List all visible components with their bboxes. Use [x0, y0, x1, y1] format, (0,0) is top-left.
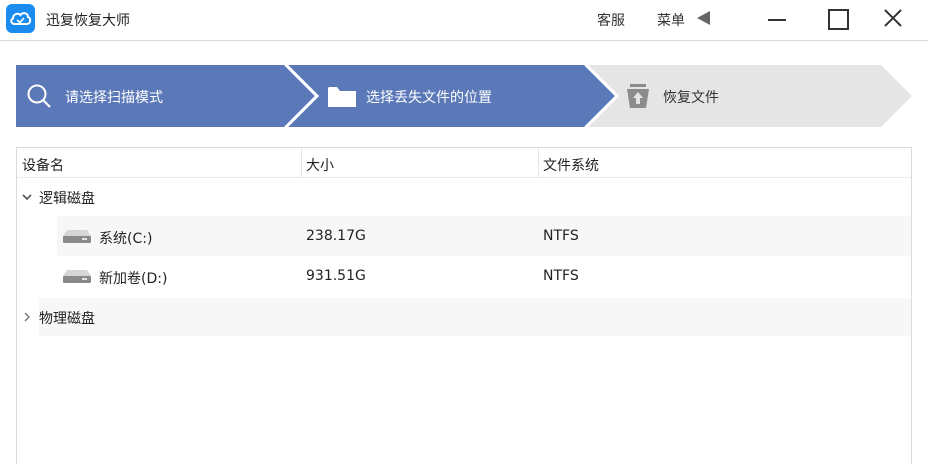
drive-size: 238.17G [306, 228, 366, 244]
hard-drive-icon [63, 230, 91, 243]
drive-name: 系统(C:) [99, 231, 153, 247]
drive-filesystem: NTFS [543, 228, 579, 244]
chevron-down-icon[interactable] [22, 192, 32, 202]
title-bar: 迅复恢复大师 客服 菜单 [0, 0, 928, 41]
app-logo-icon [6, 4, 35, 33]
wizard-steps: 请选择扫描模式 选择丢失文件的位置 恢复文件 [16, 65, 912, 127]
close-button[interactable] [878, 5, 908, 33]
group-label: 物理磁盘 [39, 311, 95, 327]
column-header-size[interactable]: 大小 [306, 155, 334, 175]
column-divider[interactable] [301, 148, 302, 178]
drive-filesystem: NTFS [543, 268, 579, 284]
group-logical-disks[interactable]: 逻辑磁盘 [17, 178, 911, 216]
column-header-filesystem[interactable]: 文件系统 [543, 155, 599, 175]
column-divider[interactable] [538, 148, 539, 178]
column-header-device-name[interactable]: 设备名 [22, 155, 64, 175]
group-row-background [39, 298, 911, 336]
drive-size: 931.51G [306, 268, 366, 284]
app-title: 迅复恢复大师 [46, 13, 130, 29]
table-row-drive-c[interactable]: 系统(C:) 238.17G NTFS [57, 216, 911, 256]
upload-icon [627, 84, 649, 108]
step-recover-files[interactable]: 恢复文件 [16, 65, 912, 127]
drive-name: 新加卷(D:) [99, 271, 168, 287]
customer-service-link[interactable]: 客服 [597, 10, 625, 30]
minimize-button[interactable] [762, 5, 792, 33]
group-label: 逻辑磁盘 [39, 191, 95, 207]
menu-arrow-icon[interactable] [697, 11, 710, 25]
table-header: 设备名 大小 文件系统 [17, 148, 911, 178]
hard-drive-icon [63, 270, 91, 283]
menu-link[interactable]: 菜单 [657, 10, 685, 30]
step-label: 恢复文件 [663, 90, 719, 106]
device-table: 设备名 大小 文件系统 逻辑磁盘 系统(C:) 238.17G NTFS 新加卷… [16, 147, 912, 464]
group-physical-disks[interactable]: 物理磁盘 [17, 298, 911, 336]
maximize-button[interactable] [822, 5, 852, 33]
close-icon [884, 9, 902, 27]
table-row-drive-d[interactable]: 新加卷(D:) 931.51G NTFS [57, 256, 911, 296]
chevron-right-icon[interactable] [22, 312, 32, 322]
